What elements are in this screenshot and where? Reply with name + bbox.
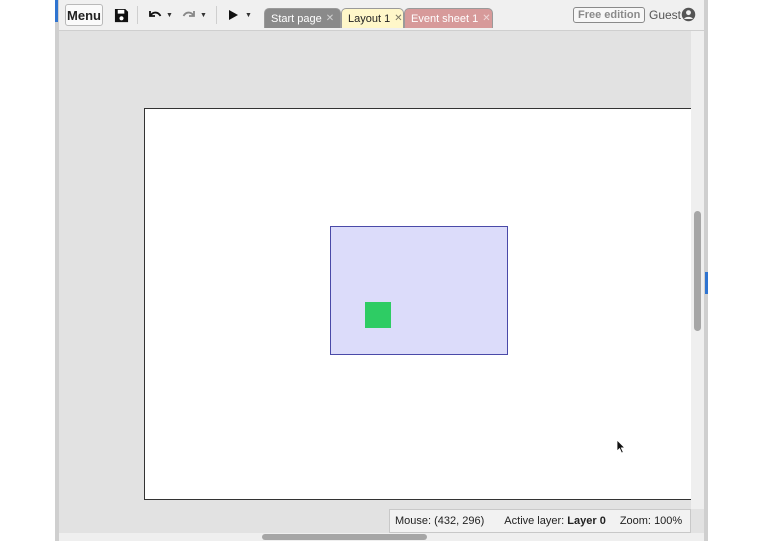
zoom-label: Zoom: <box>619 515 651 527</box>
status-bar: Mouse: (432, 296) Active layer: Layer 0 … <box>389 509 691 533</box>
tab-event-sheet-1[interactable]: Event sheet 1 ✕ <box>404 8 493 28</box>
sprite-object[interactable] <box>365 302 391 328</box>
active-layer-label: Active layer: <box>504 515 565 527</box>
play-icon <box>229 10 238 20</box>
redo-button[interactable]: ▼ <box>181 6 207 24</box>
toolbar-separator <box>216 6 217 24</box>
left-accent-bar <box>55 0 58 22</box>
tab-layout-1[interactable]: Layout 1 ✕ <box>341 8 404 28</box>
vertical-scrollbar[interactable] <box>691 31 704 509</box>
guest-label[interactable]: Guest <box>649 8 681 22</box>
viewport-region[interactable] <box>330 226 508 355</box>
mouse-label: Mouse: <box>395 515 432 527</box>
mouse-coordinates: (432, 296) <box>434 515 485 527</box>
account-button[interactable] <box>681 7 696 27</box>
redo-icon <box>182 11 195 17</box>
horizontal-scroll-thumb[interactable] <box>262 534 427 540</box>
zoom-value: 100% <box>654 515 683 527</box>
save-icon <box>114 8 129 22</box>
vertical-scroll-thumb[interactable] <box>694 211 701 331</box>
layout-canvas[interactable] <box>144 108 691 500</box>
user-icon <box>681 7 696 22</box>
main-toolbar: Menu ▼ ▼ ▼ Start page ✕ Layout 1 ✕ Event… <box>59 0 704 31</box>
save-button[interactable] <box>114 6 129 24</box>
horizontal-scrollbar[interactable] <box>59 533 704 541</box>
right-accent-bar <box>705 272 708 294</box>
toolbar-separator <box>137 6 138 24</box>
active-layer-value: Layer 0 <box>567 515 606 527</box>
undo-icon <box>149 11 162 17</box>
close-icon[interactable]: ✕ <box>326 13 334 24</box>
tab-start-page[interactable]: Start page ✕ <box>264 8 341 28</box>
tab-label: Event sheet 1 <box>411 12 479 25</box>
free-edition-badge[interactable]: Free edition <box>573 7 646 23</box>
right-window-edge <box>704 0 708 541</box>
undo-dropdown-icon[interactable]: ▼ <box>166 12 173 19</box>
layout-view[interactable] <box>59 31 691 509</box>
mouse-cursor-icon <box>616 439 626 454</box>
redo-dropdown-icon[interactable]: ▼ <box>200 12 207 19</box>
preview-dropdown-icon[interactable]: ▼ <box>245 12 252 19</box>
tab-label: Layout 1 <box>348 12 391 25</box>
undo-button[interactable]: ▼ <box>147 6 173 24</box>
close-icon[interactable]: ✕ <box>482 13 490 24</box>
tab-label: Start page <box>271 12 322 25</box>
close-icon[interactable]: ✕ <box>394 13 402 24</box>
preview-button[interactable]: ▼ <box>228 6 252 24</box>
menu-button[interactable]: Menu <box>65 4 103 26</box>
